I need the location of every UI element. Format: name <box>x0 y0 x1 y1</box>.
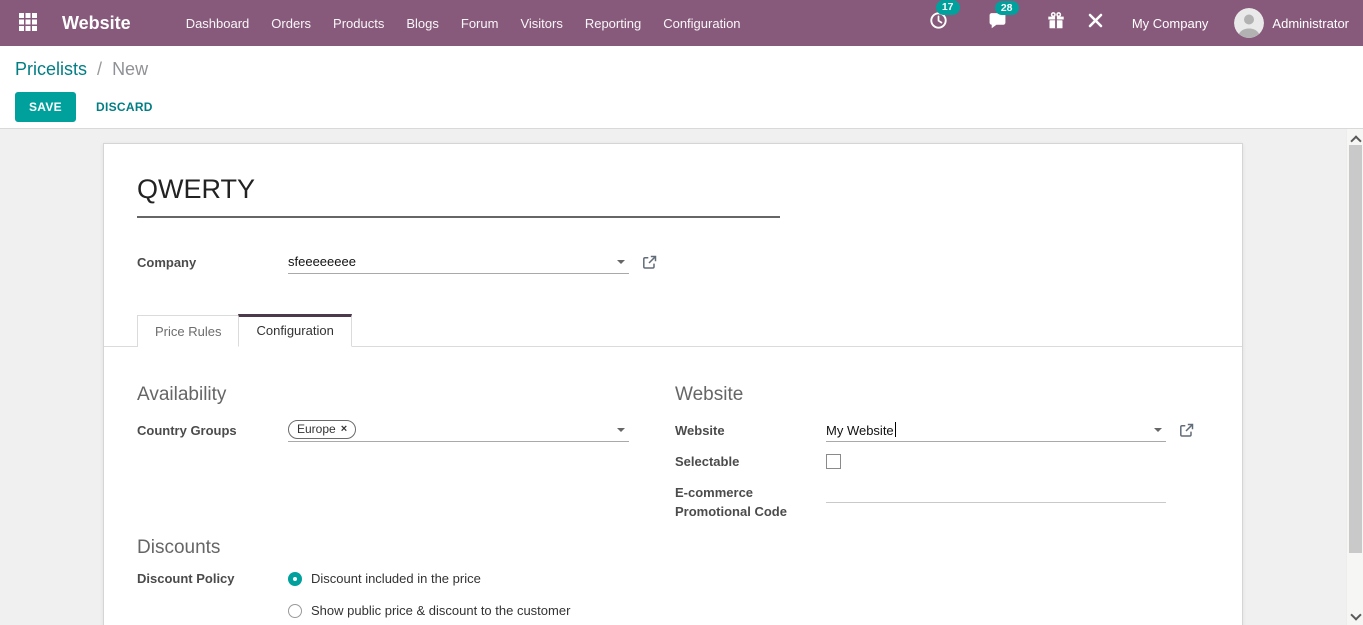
top-navbar: Website Dashboard Orders Products Blogs … <box>0 0 1363 46</box>
chevron-down-icon <box>617 260 625 264</box>
pricelist-name-input[interactable]: QWERTY <box>137 144 1209 206</box>
radio-option-show-public-price[interactable]: Show public price & discount to the cust… <box>288 603 570 618</box>
gift-icon <box>1047 12 1065 35</box>
remove-tag-icon[interactable]: × <box>341 422 347 437</box>
breadcrumb-pricelists-link[interactable]: Pricelists <box>15 59 87 79</box>
radio-selected-icon[interactable] <box>288 572 302 586</box>
discount-policy-options: Discount included in the price Show publ… <box>288 571 570 618</box>
discount-policy-label: Discount Policy <box>137 571 288 586</box>
website-group: Website Website My Website <box>675 384 1209 521</box>
messages-badge: 28 <box>995 1 1019 16</box>
company-field[interactable]: sfeeeeeeee <box>288 250 629 274</box>
app-brand[interactable]: Website <box>62 13 131 34</box>
tools-icon <box>1087 12 1104 34</box>
country-groups-field[interactable]: Europe × <box>288 418 629 442</box>
scrollbar[interactable] <box>1346 129 1363 625</box>
debug-tools-button[interactable] <box>1081 8 1110 38</box>
tab-content-configuration: Availability Country Groups Europe × <box>104 347 1242 618</box>
activities-button[interactable]: 17 <box>923 7 954 39</box>
availability-title: Availability <box>137 384 630 406</box>
radio-option-label: Discount included in the price <box>311 571 481 586</box>
selectable-checkbox[interactable] <box>826 454 841 469</box>
website-group-title: Website <box>675 384 1209 406</box>
selectable-label: Selectable <box>675 454 826 469</box>
company-label: Company <box>137 255 288 270</box>
website-field[interactable]: My Website <box>826 418 1166 442</box>
breadcrumb-separator: / <box>97 59 102 79</box>
breadcrumb-current: New <box>112 59 148 79</box>
scroll-up-arrow[interactable] <box>1347 131 1363 146</box>
scroll-down-arrow[interactable] <box>1347 609 1363 624</box>
promo-code-input[interactable] <box>826 481 1166 503</box>
nav-item-forum[interactable]: Forum <box>450 8 510 39</box>
radio-option-discount-included[interactable]: Discount included in the price <box>288 571 570 586</box>
referral-button[interactable] <box>1041 8 1071 39</box>
nav-item-orders[interactable]: Orders <box>260 8 322 39</box>
nav-item-visitors[interactable]: Visitors <box>509 8 573 39</box>
cp-buttons: SAVE DISCARD <box>15 92 1363 122</box>
availability-group: Availability Country Groups Europe × <box>137 384 630 442</box>
discard-button[interactable]: DISCARD <box>86 93 163 121</box>
save-button[interactable]: SAVE <box>15 92 76 122</box>
activity-clock-icon <box>929 11 948 35</box>
tab-configuration[interactable]: Configuration <box>238 314 351 347</box>
tag-europe: Europe × <box>288 420 356 439</box>
discount-policy-row: Discount Policy Discount included in the… <box>137 571 630 618</box>
title-underline <box>137 216 780 218</box>
promo-code-row: E-commerce Promotional Code <box>675 481 1209 521</box>
country-groups-row: Country Groups Europe × <box>137 418 630 442</box>
website-label: Website <box>675 423 826 438</box>
tab-price-rules[interactable]: Price Rules <box>137 315 239 347</box>
nav-item-blogs[interactable]: Blogs <box>395 8 450 39</box>
country-groups-label: Country Groups <box>137 423 288 438</box>
systray: 17 28 <box>913 7 1349 39</box>
company-value: sfeeeeeeee <box>288 254 356 269</box>
content-area: QWERTY Company sfeeeeeeee <box>0 129 1363 625</box>
chevron-down-icon <box>1154 428 1162 432</box>
text-cursor <box>895 422 896 437</box>
website-value: My Website <box>826 422 896 438</box>
odoo-app: Website Dashboard Orders Products Blogs … <box>0 0 1363 625</box>
apps-menu-button[interactable] <box>14 8 42 39</box>
nav-item-reporting[interactable]: Reporting <box>574 8 652 39</box>
selectable-row: Selectable <box>675 454 1209 469</box>
website-row: Website My Website <box>675 418 1209 442</box>
radio-option-label: Show public price & discount to the cust… <box>311 603 570 618</box>
company-row: Company sfeeeeeeee <box>137 250 1209 274</box>
breadcrumb: Pricelists / New <box>15 57 1363 81</box>
control-panel: Pricelists / New SAVE DISCARD <box>0 46 1363 129</box>
activity-badge: 17 <box>936 0 960 15</box>
external-link-icon[interactable] <box>1179 423 1194 438</box>
user-name: Administrator <box>1272 16 1349 31</box>
external-link-icon[interactable] <box>642 255 657 270</box>
avatar <box>1234 8 1264 38</box>
form-sheet: QWERTY Company sfeeeeeeee <box>103 143 1243 625</box>
apps-grid-icon <box>18 12 38 35</box>
promo-code-label: E-commerce Promotional Code <box>675 481 826 521</box>
tag-label: Europe <box>297 422 336 437</box>
notebook-tabs: Price Rules Configuration <box>104 312 1242 347</box>
nav-item-configuration[interactable]: Configuration <box>652 8 751 39</box>
discounts-group: Discounts Discount Policy Discount inclu… <box>137 537 630 618</box>
discounts-title: Discounts <box>137 537 630 559</box>
company-switcher[interactable]: My Company <box>1132 16 1209 31</box>
nav-item-products[interactable]: Products <box>322 8 395 39</box>
chevron-down-icon <box>617 428 625 432</box>
scrollbar-thumb[interactable] <box>1349 145 1362 553</box>
messages-button[interactable]: 28 <box>982 8 1013 39</box>
user-menu[interactable]: Administrator <box>1234 8 1349 38</box>
main-menu: Dashboard Orders Products Blogs Forum Vi… <box>175 8 752 39</box>
radio-unselected-icon[interactable] <box>288 604 302 618</box>
nav-item-dashboard[interactable]: Dashboard <box>175 8 261 39</box>
